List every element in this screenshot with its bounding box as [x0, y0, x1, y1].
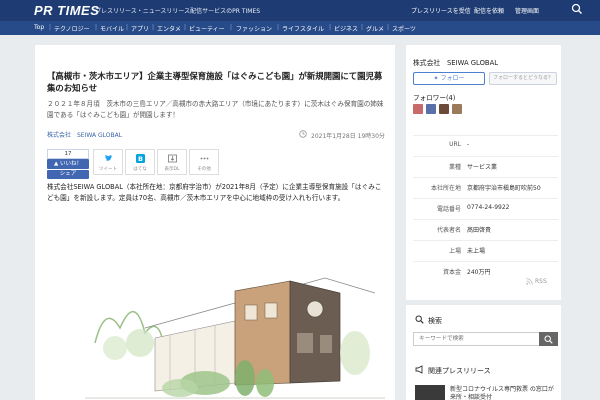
follower-avatar[interactable] — [426, 104, 436, 114]
info-value: 0774-24-9922 — [467, 204, 510, 211]
download-button[interactable]: 表示DL — [157, 149, 187, 175]
article-lead: ２０２１年８月頃 茨木市の三島エリア／高槻市の赤大路エリア（市境にあたります）に… — [47, 100, 384, 119]
svg-text:B: B — [138, 155, 143, 163]
follower-avatar[interactable] — [452, 104, 462, 114]
receive-press-release-link[interactable]: プレスリリースを受信 — [411, 6, 471, 15]
category-sports[interactable]: スポーツ — [392, 24, 416, 33]
sidebar-company-name[interactable]: 株式会社 SEIWA GLOBAL — [413, 57, 498, 67]
info-value: - — [467, 141, 470, 148]
info-row-url: URL - — [413, 135, 558, 152]
search-heading: 検索 — [428, 317, 442, 325]
category-gourmet[interactable]: グルメ — [366, 24, 384, 33]
like-count: 17 — [47, 149, 89, 159]
info-row-representative: 代表者名 髙田啓貴 — [413, 219, 558, 236]
nursery-building-sketch-image[interactable] — [85, 233, 385, 400]
related-press-heading: 関連プレスリリース — [428, 367, 491, 375]
search-input[interactable] — [413, 332, 540, 346]
category-fashion[interactable]: ファッション — [236, 24, 272, 33]
hatena-icon: B — [136, 154, 145, 163]
follow-icon: ✦ — [433, 75, 439, 82]
request-distribution-link[interactable]: 配信を依頼 — [474, 6, 504, 15]
download-icon — [168, 154, 177, 163]
company-sidebar: 株式会社 SEIWA GLOBAL ✦ フォロー フォローするとどうなる？ フォ… — [406, 45, 561, 300]
info-row-capital: 資本金 240万円 — [413, 261, 558, 278]
facebook-like-button[interactable]: ▲ いいね！ — [47, 159, 89, 169]
info-key: 電話番号 — [436, 206, 461, 213]
category-mobile[interactable]: モバイル — [100, 24, 124, 33]
info-key: 本社所在地 — [430, 185, 461, 192]
follower-avatar[interactable] — [439, 104, 449, 114]
search-submit-button[interactable] — [539, 332, 558, 346]
info-value: 髙田啓貴 — [467, 227, 492, 234]
search-sidebar: 検索 関連プレスリリース 新型コロナウイルス専門救票 の窓口が来所・相談受付 — [406, 305, 561, 400]
pr-times-logo[interactable]: PR TIMES — [34, 3, 99, 18]
info-key: 上場 — [448, 248, 461, 255]
category-apps[interactable]: アプリ — [131, 24, 149, 33]
facebook-like-widget: 17 ▲ いいね！ シェア — [47, 149, 89, 179]
info-value: 未上場 — [467, 248, 486, 255]
category-technology[interactable]: テクノロジー — [54, 24, 90, 33]
hatena-button[interactable]: B はてな — [125, 149, 155, 175]
followers-count: フォロワー(4) — [413, 94, 456, 102]
more-dots-icon — [200, 157, 209, 160]
info-key: 代表者名 — [436, 227, 461, 234]
info-key: 業種 — [448, 164, 461, 171]
category-business[interactable]: ビジネス — [334, 24, 358, 33]
category-lifestyle[interactable]: ライフスタイル — [282, 24, 324, 33]
info-key: 資本金 — [442, 269, 461, 276]
like-label: いいね！ — [59, 161, 82, 167]
clock-icon — [299, 130, 307, 138]
article-panel: 【高槻市・茨木市エリア】企業主導型保育施設「はぐみこども園」が新規開園にて園児募… — [35, 45, 395, 400]
follow-label: フォロー — [440, 75, 465, 82]
article-title: 【高槻市・茨木市エリア】企業主導型保育施設「はぐみこども園」が新規開園にて園児募… — [47, 71, 383, 93]
search-icon — [415, 315, 424, 324]
info-value: サービス業 — [467, 164, 498, 171]
info-row-listing: 上場 未上場 — [413, 240, 558, 257]
info-value: 京都府宇治市槇島町吹前50 — [467, 185, 541, 192]
tweet-label: ツイート — [99, 167, 117, 172]
info-key: URL — [449, 141, 461, 148]
article-body: 株式会社SEIWA GLOBAL（本社所在地：京都府宇治市）が2021年8月（予… — [47, 183, 382, 202]
follow-help-button[interactable]: フォローするとどうなる？ — [489, 72, 557, 85]
facebook-share-button[interactable]: シェア — [47, 170, 89, 179]
download-label: 表示DL — [164, 167, 180, 172]
more-label: その他 — [197, 167, 211, 172]
category-top[interactable]: Top — [34, 24, 44, 31]
thumbs-up-icon: ▲ — [54, 161, 59, 167]
related-item-title[interactable]: 新型コロナウイルス専門救票 の窓口が来所・相談受付 — [450, 386, 558, 400]
follower-avatar[interactable] — [413, 104, 423, 114]
megaphone-icon — [415, 365, 423, 374]
more-share-button[interactable]: その他 — [189, 149, 219, 175]
info-row-address: 本社所在地 京都府宇治市槇島町吹前50 — [413, 177, 558, 194]
rss-icon[interactable] — [526, 278, 533, 285]
info-row-phone: 電話番号 0774-24-9922 — [413, 198, 558, 215]
follow-button[interactable]: ✦ フォロー — [413, 72, 485, 85]
category-nav: Top | テクノロジー | モバイル | アプリ | エンタメ | ビューティ… — [0, 21, 600, 35]
search-icon — [544, 335, 553, 344]
hatena-label: はてな — [133, 167, 147, 172]
tweet-button[interactable]: ツイート — [93, 149, 123, 175]
publish-date: 2021年1月28日 19時30分 — [311, 133, 385, 140]
admin-panel-link[interactable]: 管理画面 — [515, 6, 539, 15]
related-thumbnail[interactable] — [415, 385, 445, 400]
search-icon[interactable] — [571, 3, 583, 15]
twitter-icon — [105, 154, 113, 161]
category-beauty[interactable]: ビューティー — [189, 24, 225, 33]
company-link[interactable]: 株式会社 SEIWA GLOBAL — [47, 130, 122, 139]
info-value: 240万円 — [467, 269, 491, 276]
rss-link[interactable]: RSS — [535, 278, 547, 285]
top-header: PR TIMES プレスリリース・ニュースリリース配信サービスのPR TIMES… — [0, 0, 600, 21]
info-row-industry: 業種 サービス業 — [413, 156, 558, 173]
header-tagline: プレスリリース・ニュースリリース配信サービスのPR TIMES — [95, 8, 261, 15]
category-entertainment[interactable]: エンタメ — [157, 24, 181, 33]
